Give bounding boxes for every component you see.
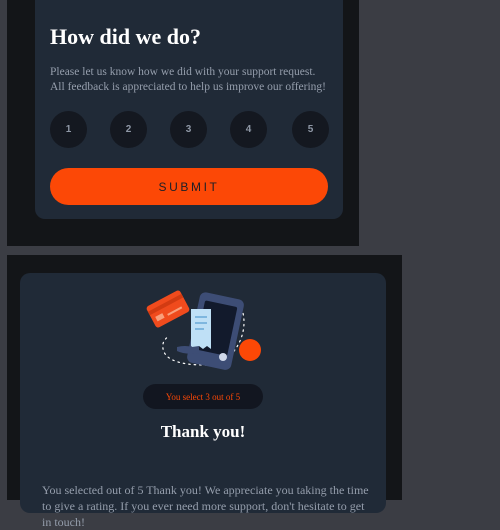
- rating-option-2[interactable]: 2: [110, 111, 147, 148]
- rating-option-4[interactable]: 4: [230, 111, 267, 148]
- thank-you-card: You select 3 out of 5 Thank you! You sel…: [20, 273, 386, 529]
- submit-button[interactable]: SUBMIT: [50, 168, 328, 205]
- rating-frame: How did we do? Please let us know how we…: [7, 0, 359, 246]
- thank-you-description: You selected out of 5 Thank you! We appr…: [42, 483, 369, 529]
- rating-options: 1 2 3 4 5: [50, 111, 329, 148]
- selection-result-badge: You select 3 out of 5: [143, 384, 263, 409]
- card-payment-phone-illustration-icon: [146, 290, 261, 370]
- rating-description: Please let us know how we did with your …: [50, 66, 327, 93]
- thank-you-title: Thank you!: [160, 422, 246, 441]
- rating-option-5[interactable]: 5: [292, 111, 329, 148]
- rating-card: How did we do? Please let us know how we…: [35, 0, 343, 219]
- rating-option-3[interactable]: 3: [170, 111, 207, 148]
- rating-title: How did we do?: [50, 24, 201, 49]
- rating-option-1[interactable]: 1: [50, 111, 87, 148]
